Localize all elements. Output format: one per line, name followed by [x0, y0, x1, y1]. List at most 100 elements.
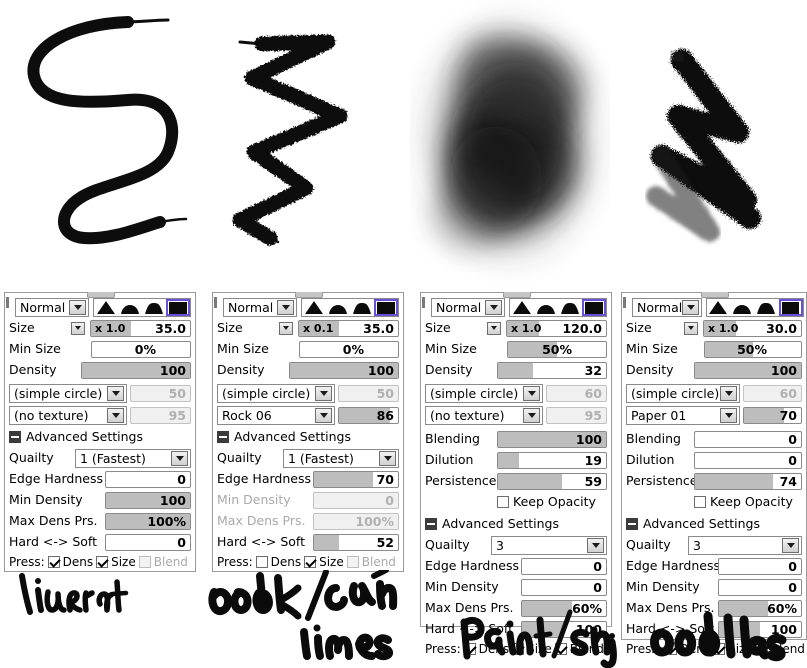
- chevron-down-icon[interactable]: [782, 537, 799, 553]
- brush-shape-select[interactable]: (simple circle): [425, 383, 543, 403]
- density-slider[interactable]: 100: [81, 361, 191, 379]
- brush-shape-amount-slider[interactable]: 50: [130, 384, 191, 402]
- texture-amount-slider[interactable]: 95: [130, 406, 191, 424]
- shape-peak-triangle-icon[interactable]: [511, 299, 533, 315]
- size-slider[interactable]: x 0.1 35.0: [298, 319, 399, 337]
- brush-shape-select[interactable]: (simple circle): [217, 383, 335, 403]
- edge-hardness-slider[interactable]: 0: [521, 557, 607, 575]
- size-dropdown-icon[interactable]: [279, 321, 293, 335]
- min-size-slider[interactable]: 0%: [299, 340, 399, 358]
- density-slider[interactable]: 100: [289, 361, 399, 379]
- hard-soft-slider[interactable]: 52: [313, 533, 399, 551]
- advanced-settings-header[interactable]: Advanced Settings: [217, 427, 399, 447]
- shape-flat-trapezoid-icon[interactable]: [143, 299, 165, 315]
- chevron-down-icon[interactable]: [107, 407, 124, 423]
- shape-rounded-dome-icon[interactable]: [732, 299, 755, 315]
- min-density-slider[interactable]: 100: [105, 491, 191, 509]
- min-size-slider[interactable]: 50%: [507, 340, 607, 358]
- blending-slider[interactable]: 100: [497, 430, 607, 448]
- chevron-down-icon[interactable]: [379, 450, 396, 466]
- panel-grip[interactable]: [701, 292, 729, 298]
- blend-mode-select[interactable]: Normal: [223, 297, 297, 317]
- chevron-down-icon[interactable]: [107, 385, 124, 401]
- keep-opacity-checkbox[interactable]: [694, 496, 706, 508]
- shape-square-hard-icon[interactable]: [374, 298, 398, 316]
- shape-rounded-dome-icon[interactable]: [535, 299, 557, 315]
- hard-soft-slider[interactable]: 0: [105, 533, 191, 551]
- keep-opacity-checkbox[interactable]: [497, 496, 509, 508]
- brush-shape-swatches[interactable]: [706, 297, 805, 317]
- advanced-settings-header[interactable]: Advanced Settings: [425, 514, 607, 534]
- quality-select[interactable]: 1 (Fastest): [75, 448, 191, 468]
- size-dropdown-icon[interactable]: [487, 321, 501, 335]
- texture-amount-slider[interactable]: 95: [546, 406, 607, 424]
- panel-grip[interactable]: [295, 292, 323, 298]
- chevron-down-icon[interactable]: [523, 385, 540, 401]
- chevron-down-icon[interactable]: [523, 407, 540, 423]
- brush-shape-swatches[interactable]: [509, 297, 607, 317]
- quality-select[interactable]: 1 (Fastest): [283, 448, 399, 468]
- min-size-slider[interactable]: 0%: [91, 340, 191, 358]
- max-dens-prs-slider[interactable]: 100%: [313, 512, 399, 530]
- dilution-slider[interactable]: 0: [694, 451, 802, 469]
- shape-flat-trapezoid-icon[interactable]: [559, 299, 581, 315]
- press-dens-checkbox[interactable]: [47, 556, 60, 568]
- panel-grip[interactable]: [87, 292, 115, 298]
- press-blend-checkbox[interactable]: [138, 556, 151, 568]
- brush-shape-amount-slider[interactable]: 60: [743, 384, 802, 402]
- press-blend-checkbox[interactable]: [346, 556, 359, 568]
- texture-select[interactable]: Rock 06: [217, 405, 335, 425]
- size-slider[interactable]: x 1.0 120.0: [506, 319, 607, 337]
- persistence-slider[interactable]: 59: [497, 472, 607, 490]
- blending-slider[interactable]: 0: [694, 430, 802, 448]
- chevron-down-icon[interactable]: [277, 299, 294, 315]
- chevron-down-icon[interactable]: [485, 299, 502, 315]
- min-density-slider[interactable]: 0: [718, 578, 802, 596]
- chevron-down-icon[interactable]: [587, 537, 604, 553]
- brush-shape-amount-slider[interactable]: 50: [338, 384, 399, 402]
- texture-select[interactable]: (no texture): [9, 405, 127, 425]
- edge-hardness-slider[interactable]: 70: [313, 470, 399, 488]
- texture-amount-slider[interactable]: 70: [743, 406, 802, 424]
- shape-flat-trapezoid-icon[interactable]: [351, 299, 373, 315]
- size-dropdown-icon[interactable]: [71, 321, 85, 335]
- collapse-minus-icon[interactable]: [626, 518, 638, 530]
- edge-hardness-slider[interactable]: 0: [105, 470, 191, 488]
- brush-shape-swatches[interactable]: [93, 297, 191, 317]
- chevron-down-icon[interactable]: [315, 385, 332, 401]
- blend-mode-select[interactable]: Normal: [632, 297, 703, 317]
- brush-shape-select[interactable]: (simple circle): [9, 383, 127, 403]
- brush-shape-swatches[interactable]: [301, 297, 399, 317]
- panel-grip[interactable]: [503, 292, 531, 298]
- chevron-down-icon[interactable]: [69, 299, 86, 315]
- shape-rounded-dome-icon[interactable]: [327, 299, 349, 315]
- dilution-slider[interactable]: 19: [497, 451, 607, 469]
- min-density-slider[interactable]: 0: [521, 578, 607, 596]
- size-slider[interactable]: x 1.0 30.0: [703, 319, 802, 337]
- shape-square-hard-icon[interactable]: [779, 298, 804, 316]
- shape-flat-trapezoid-icon[interactable]: [756, 299, 779, 315]
- brush-shape-select[interactable]: (simple circle): [626, 383, 740, 403]
- shape-rounded-dome-icon[interactable]: [119, 299, 141, 315]
- advanced-settings-header[interactable]: Advanced Settings: [9, 427, 191, 447]
- collapse-minus-icon[interactable]: [425, 518, 437, 530]
- blend-mode-select[interactable]: Normal: [431, 297, 505, 317]
- shape-peak-triangle-icon[interactable]: [95, 299, 117, 315]
- press-size-checkbox[interactable]: [96, 556, 109, 568]
- shape-square-hard-icon[interactable]: [166, 298, 190, 316]
- collapse-minus-icon[interactable]: [217, 431, 229, 443]
- advanced-settings-header[interactable]: Advanced Settings: [626, 514, 802, 534]
- size-slider[interactable]: x 1.0 35.0: [90, 319, 191, 337]
- shape-peak-triangle-icon[interactable]: [708, 299, 731, 315]
- persistence-slider[interactable]: 74: [694, 472, 802, 490]
- chevron-down-icon[interactable]: [171, 450, 188, 466]
- chevron-down-icon[interactable]: [720, 385, 737, 401]
- chevron-down-icon[interactable]: [315, 407, 332, 423]
- chevron-down-icon[interactable]: [682, 299, 700, 315]
- max-dens-prs-slider[interactable]: 100%: [105, 512, 191, 530]
- press-size-checkbox[interactable]: [304, 556, 317, 568]
- edge-hardness-slider[interactable]: 0: [718, 557, 802, 575]
- collapse-minus-icon[interactable]: [9, 431, 21, 443]
- blend-mode-select[interactable]: Normal: [15, 297, 89, 317]
- quality-select[interactable]: 3: [491, 535, 607, 555]
